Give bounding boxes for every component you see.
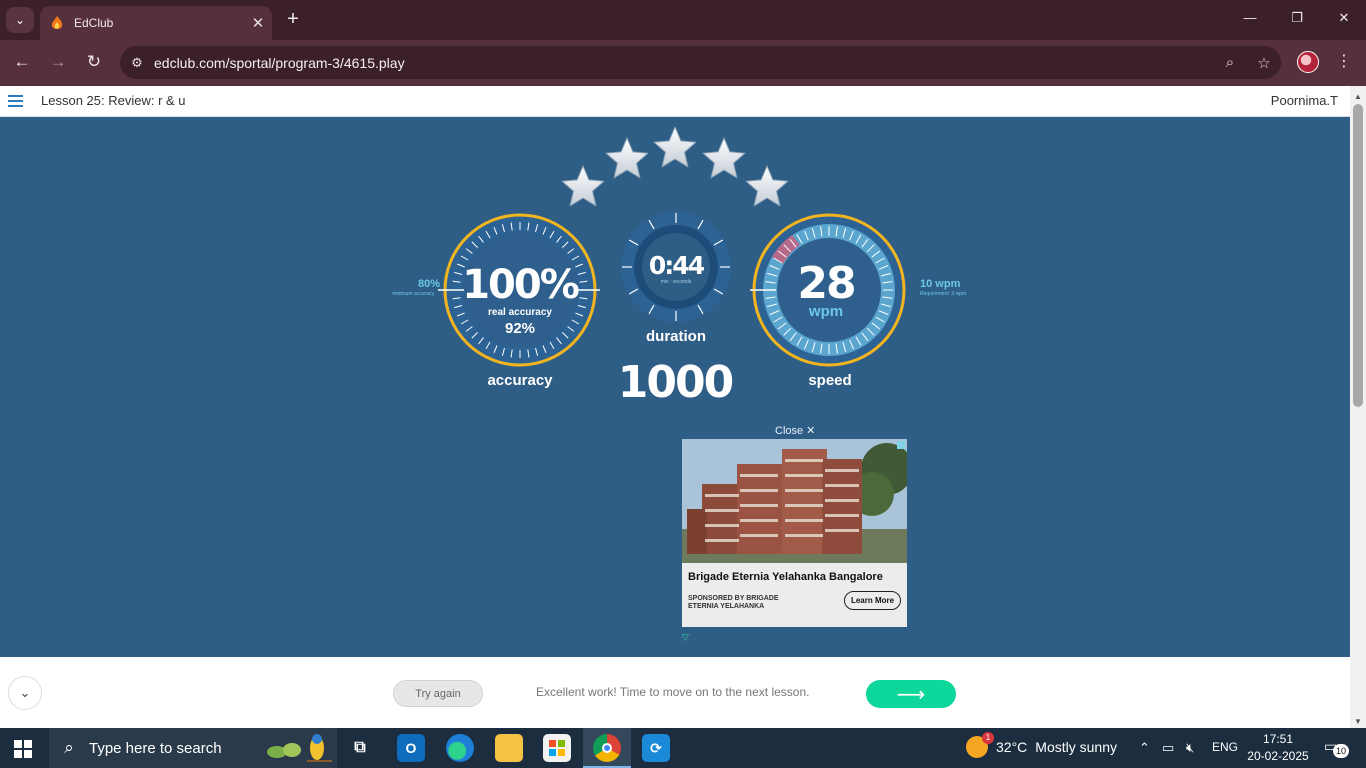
bookmark-star-icon[interactable]: ☆: [1247, 54, 1281, 72]
duration-unit: min : seconds: [660, 279, 692, 285]
next-lesson-button[interactable]: ⟶: [866, 680, 956, 708]
window-close-icon[interactable]: ✕: [1334, 10, 1354, 26]
back-arrow-icon[interactable]: ←: [10, 52, 34, 72]
page-scrollbar[interactable]: ▲ ▼: [1350, 86, 1366, 728]
lesson-results: 100% real accuracy 92% accuracy 80% mini…: [0, 117, 1350, 657]
accuracy-value: 100%: [462, 262, 580, 308]
lesson-header: Lesson 25: Review: r & u Poornima.T: [0, 86, 1350, 117]
input-language[interactable]: ENG: [1212, 740, 1238, 754]
edge-browser-icon[interactable]: [446, 734, 474, 762]
windows-start-icon[interactable]: [14, 740, 32, 758]
sync-app-icon[interactable]: ⟳: [642, 734, 670, 762]
duration-label: duration: [646, 328, 706, 345]
scroll-down-icon[interactable]: ▼: [1354, 717, 1362, 726]
try-again-button[interactable]: Try again: [393, 680, 483, 707]
clock-date: 20-02-2025: [1247, 749, 1309, 763]
speed-label: speed: [808, 372, 852, 389]
ad-choices-icon[interactable]: ▽: [682, 632, 689, 643]
windows-taskbar: ⌕ Type here to search ⧉ O ⟳ 1 32°C Mostl…: [0, 728, 1366, 768]
network-icon[interactable]: ▭: [1162, 740, 1174, 756]
address-bar[interactable]: ⚙ edclub.com/sportal/program-3/4615.play…: [120, 46, 1281, 79]
task-view-icon[interactable]: ⧉: [346, 734, 374, 762]
taskbar-search-box[interactable]: ⌕ Type here to search: [49, 728, 337, 768]
advertisement[interactable]: Brigade Eternia Yelahanka Bangalore SPON…: [682, 439, 907, 627]
real-accuracy-label: real accuracy: [488, 307, 552, 318]
weather-temperature: 32°C: [996, 739, 1028, 755]
browser-tab[interactable]: EdClub ✕: [40, 6, 272, 40]
reload-icon[interactable]: ↻: [82, 52, 106, 72]
minimum-accuracy-value: 80%: [417, 278, 440, 290]
profile-avatar[interactable]: [1297, 51, 1319, 73]
search-icon: ⌕: [64, 738, 74, 757]
address-url[interactable]: edclub.com/sportal/program-3/4615.play: [154, 55, 1213, 71]
taskbar-search-placeholder: Type here to search: [89, 739, 222, 757]
weather-badge: 1: [982, 732, 994, 744]
speed-unit: wpm: [808, 303, 844, 320]
hamburger-menu-icon[interactable]: [8, 95, 23, 107]
notification-count: 10: [1333, 744, 1349, 758]
weather-description: Mostly sunny: [1035, 739, 1117, 755]
ad-title[interactable]: Brigade Eternia Yelahanka Bangalore: [688, 571, 883, 583]
speed-value: 28: [797, 258, 856, 309]
outlook-icon[interactable]: O: [397, 734, 425, 762]
ad-sponsor: SPONSORED BY BRIGADE ETERNIA YELAHANKA: [688, 595, 779, 610]
user-name[interactable]: Poornima.T: [1271, 93, 1338, 108]
minimum-accuracy-label: minimum accuracy: [392, 291, 434, 297]
tab-search-chevron-down-icon[interactable]: ⌄: [6, 7, 34, 33]
accuracy-label: accuracy: [487, 372, 553, 389]
collapse-chevron-down-icon[interactable]: ⌄: [8, 676, 42, 710]
footer-message: Excellent work! Time to move on to the n…: [536, 685, 810, 699]
search-highlight-bird-icon: [267, 734, 332, 762]
lesson-score: 1000: [617, 357, 734, 408]
ad-learn-more-button[interactable]: Learn More: [844, 591, 901, 610]
window-restore-icon[interactable]: ❐: [1287, 10, 1307, 26]
forward-arrow-icon[interactable]: →: [46, 52, 70, 72]
weather-widget[interactable]: 1 32°C Mostly sunny: [966, 732, 1117, 758]
window-minimize-icon[interactable]: —: [1240, 10, 1260, 25]
browser-tab-bar: ⌄ EdClub ✕ + — ❐ ✕: [0, 0, 1366, 40]
browser-menu-dots-icon[interactable]: ⋮: [1334, 51, 1354, 71]
ad-close-button[interactable]: Close ✕: [775, 424, 815, 437]
real-accuracy-value: 92%: [504, 320, 536, 337]
volume-muted-icon[interactable]: 🔇︎: [1186, 740, 1194, 756]
site-settings-icon[interactable]: ⚙: [120, 55, 154, 71]
ad-building-image: [682, 439, 907, 563]
duration-value: 0:44: [648, 251, 705, 280]
tab-title: EdClub: [74, 16, 114, 30]
browser-toolbar: ← → ↻ ⚙ edclub.com/sportal/program-3/461…: [0, 40, 1366, 86]
zoom-magnifier-icon[interactable]: ⌕: [1213, 54, 1247, 71]
taskbar-clock[interactable]: 17:51 20-02-2025: [1246, 731, 1310, 765]
scroll-thumb[interactable]: [1353, 104, 1363, 407]
scroll-up-icon[interactable]: ▲: [1354, 92, 1362, 101]
speed-requirement-label: Requirement: 3 wpm: [920, 291, 967, 297]
notification-center-icon[interactable]: ▭ 10: [1324, 738, 1349, 758]
file-explorer-icon[interactable]: [495, 734, 523, 762]
speed-requirement-value: 10 wpm: [920, 278, 961, 290]
weather-sun-icon: 1: [966, 732, 994, 758]
edclub-favicon-icon: [51, 16, 63, 29]
clock-time: 17:51: [1262, 732, 1294, 746]
new-tab-plus-icon[interactable]: +: [282, 8, 304, 30]
show-hidden-icons-chevron-up-icon[interactable]: ⌃: [1139, 740, 1150, 756]
lesson-footer: ⌄ Try again Excellent work! Time to move…: [0, 657, 1350, 728]
ad-text-panel: Brigade Eternia Yelahanka Bangalore SPON…: [682, 563, 907, 627]
chrome-icon[interactable]: [593, 734, 621, 762]
tab-close-icon[interactable]: ✕: [244, 14, 272, 32]
microsoft-store-icon[interactable]: [543, 734, 571, 762]
lesson-title: Lesson 25: Review: r & u: [41, 93, 186, 108]
